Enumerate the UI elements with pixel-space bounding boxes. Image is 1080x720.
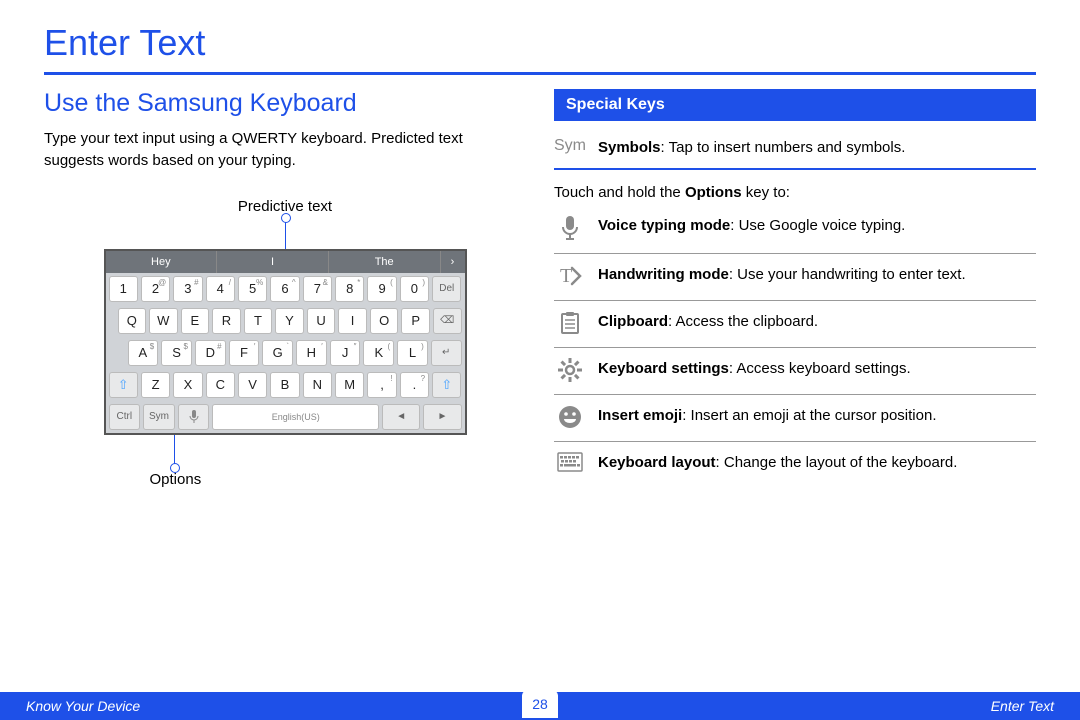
option-text: Voice typing mode: Use Google voice typi… xyxy=(598,215,1034,236)
key: 8* xyxy=(335,276,364,302)
option-item: Insert emoji: Insert an emoji at the cur… xyxy=(554,395,1036,442)
key: Z xyxy=(141,372,170,398)
key: 2@ xyxy=(141,276,170,302)
option-item: Keyboard settings: Access keyboard setti… xyxy=(554,348,1036,395)
key: ⇧ xyxy=(109,372,138,398)
option-text: Keyboard layout: Change the layout of th… xyxy=(598,452,1034,473)
key-ctrl: Ctrl xyxy=(109,404,141,430)
key-space: English(US) xyxy=(212,404,379,430)
key: ⌫ xyxy=(433,308,462,334)
callout-predictive-text: Predictive text xyxy=(104,198,467,215)
key: J″ xyxy=(330,340,361,366)
left-column: Use the Samsung Keyboard Type your text … xyxy=(44,89,526,488)
prediction-cell: I xyxy=(217,251,329,273)
footer-left: Know Your Device xyxy=(26,698,140,714)
prediction-row: Hey I The › xyxy=(106,251,465,273)
key: Del xyxy=(432,276,461,302)
key: D# xyxy=(195,340,226,366)
layout-icon xyxy=(554,452,586,472)
key: E xyxy=(181,308,210,334)
key: P xyxy=(401,308,430,334)
key: ,! xyxy=(367,372,396,398)
footer-page-number: 28 xyxy=(522,690,558,718)
emoji-icon xyxy=(554,405,586,429)
options-list: Voice typing mode: Use Google voice typi… xyxy=(554,205,1036,485)
callout-options: Options xyxy=(150,471,467,488)
option-text: Keyboard settings: Access keyboard setti… xyxy=(598,358,1034,379)
key: K( xyxy=(363,340,394,366)
key: A$ xyxy=(128,340,159,366)
key: H′ xyxy=(296,340,327,366)
keyboard-row: 12@3#4/5%6^7&8*9(0)Del xyxy=(106,273,465,305)
section-subtitle: Use the Samsung Keyboard xyxy=(44,89,526,118)
key: ↵ xyxy=(431,340,462,366)
key: 5% xyxy=(238,276,267,302)
key: S$ xyxy=(161,340,192,366)
key: ⇧ xyxy=(432,372,461,398)
key: 7& xyxy=(303,276,332,302)
keyboard-row: Ctrl Sym English(US) ◄ ► xyxy=(106,401,465,433)
key: V xyxy=(238,372,267,398)
page-footer: Know Your Device 28 Enter Text xyxy=(0,692,1080,720)
key: 1 xyxy=(109,276,138,302)
option-item: Clipboard: Access the clipboard. xyxy=(554,301,1036,348)
key: U xyxy=(307,308,336,334)
key: W xyxy=(149,308,178,334)
options-intro: Touch and hold the Options key to: xyxy=(554,180,1036,205)
gear-icon xyxy=(554,358,586,382)
key: L) xyxy=(397,340,428,366)
key: T xyxy=(244,308,273,334)
key: B xyxy=(270,372,299,398)
key: 6^ xyxy=(270,276,299,302)
key: Y xyxy=(275,308,304,334)
sym-row: Sym Symbols: Tap to insert numbers and s… xyxy=(554,131,1036,170)
key: Q xyxy=(118,308,147,334)
sym-icon: Sym xyxy=(554,137,586,155)
handwriting-icon: T xyxy=(554,264,586,288)
key-left: ◄ xyxy=(382,404,420,430)
option-text: Handwriting mode: Use your handwriting t… xyxy=(598,264,1034,285)
key: 3# xyxy=(173,276,202,302)
right-column: Special Keys Sym Symbols: Tap to insert … xyxy=(554,89,1036,488)
option-text: Insert emoji: Insert an emoji at the cur… xyxy=(598,405,1034,426)
keyboard-row: A$S$D#F′G`H′J″K(L)↵ xyxy=(106,337,465,369)
key: R xyxy=(212,308,241,334)
mic-icon xyxy=(554,215,586,241)
option-item: Keyboard layout: Change the layout of th… xyxy=(554,442,1036,485)
keyboard-row: QWERTYUIOP⌫ xyxy=(106,305,465,337)
keyboard-figure: Hey I The › 12@3#4/5%6^7&8*9(0)Del QWERT… xyxy=(104,249,467,435)
key: 9( xyxy=(367,276,396,302)
prediction-cell: Hey xyxy=(106,251,218,273)
prediction-cell: The xyxy=(329,251,441,273)
intro-paragraph: Type your text input using a QWERTY keyb… xyxy=(44,128,526,172)
key: .? xyxy=(400,372,429,398)
option-item: T Handwriting mode: Use your handwriting … xyxy=(554,254,1036,301)
key: M xyxy=(335,372,364,398)
keyboard-row: ⇧ZXCVBNM,!.?⇧ xyxy=(106,369,465,401)
clipboard-icon xyxy=(554,311,586,335)
footer-right: Enter Text xyxy=(991,698,1054,714)
page-title: Enter Text xyxy=(44,22,1036,70)
key: X xyxy=(173,372,202,398)
special-keys-header: Special Keys xyxy=(554,89,1036,121)
callout-line xyxy=(174,435,175,469)
key: O xyxy=(370,308,399,334)
title-underline xyxy=(44,72,1036,75)
key: C xyxy=(206,372,235,398)
svg-text:T: T xyxy=(560,265,572,287)
callout-line xyxy=(285,217,286,249)
key-mic xyxy=(178,404,210,430)
sym-text: Symbols: Tap to insert numbers and symbo… xyxy=(598,137,1034,158)
key: 4/ xyxy=(206,276,235,302)
key: F′ xyxy=(229,340,260,366)
key-sym: Sym xyxy=(143,404,175,430)
prediction-more: › xyxy=(441,251,465,273)
option-item: Voice typing mode: Use Google voice typi… xyxy=(554,205,1036,254)
key: I xyxy=(338,308,367,334)
key: N xyxy=(303,372,332,398)
option-text: Clipboard: Access the clipboard. xyxy=(598,311,1034,332)
key: 0) xyxy=(400,276,429,302)
key-right: ► xyxy=(423,404,461,430)
key: G` xyxy=(262,340,293,366)
